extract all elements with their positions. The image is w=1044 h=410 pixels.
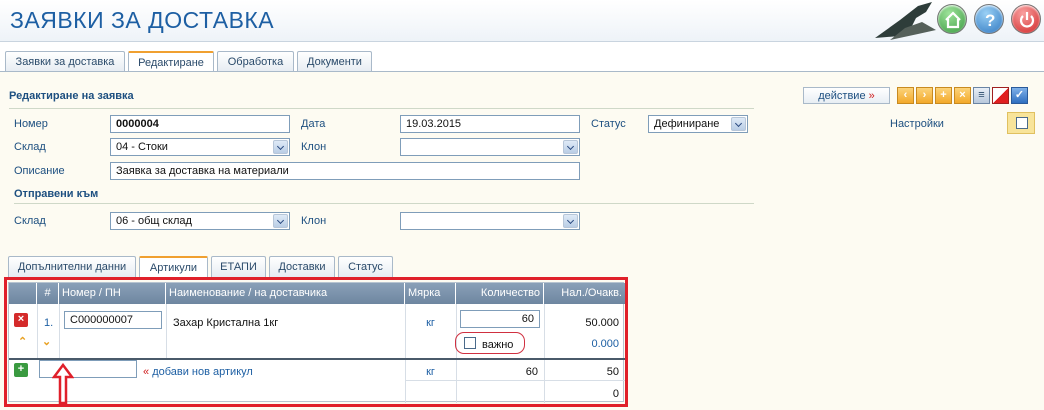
tab-edit[interactable]: Редактиране	[128, 51, 214, 73]
sent-branch-select[interactable]	[400, 212, 580, 230]
sent-branch-label: Клон	[301, 215, 327, 227]
next-icon[interactable]: ›	[916, 87, 933, 104]
status-label: Статус	[591, 118, 626, 130]
app-window: ЗАЯВКИ ЗА ДОСТАВКА ? Заявки за доставка …	[0, 0, 1044, 410]
date-field[interactable]: 19.03.2015	[400, 115, 580, 133]
description-label: Описание	[14, 165, 65, 177]
warehouse-label: Склад	[14, 141, 46, 153]
svg-text:?: ?	[985, 11, 995, 30]
description-field[interactable]: Заявка за доставка на материали	[110, 162, 580, 180]
chevron-down-icon	[273, 140, 288, 154]
chevron-down-icon	[731, 117, 746, 131]
sent-warehouse-label: Склад	[14, 215, 46, 227]
home-icon	[945, 11, 961, 29]
divider	[9, 108, 754, 109]
tab-additional-data[interactable]: Допълнителни данни	[8, 256, 136, 277]
delete-icon[interactable]: ×	[954, 87, 971, 104]
action-button[interactable]: действие »	[803, 87, 890, 104]
sent-to-title: Отправени към	[14, 188, 99, 200]
prev-icon[interactable]: ‹	[897, 87, 914, 104]
tab-status[interactable]: Статус	[338, 256, 393, 277]
tab-documents[interactable]: Документи	[297, 51, 372, 72]
status-select[interactable]: Дефиниране	[648, 115, 748, 133]
power-icon	[1019, 12, 1035, 28]
form-title: Редактиране на заявка	[9, 90, 134, 102]
confirm-icon[interactable]: ✓	[1011, 87, 1028, 104]
divider	[14, 203, 754, 204]
number-label: Номер	[14, 118, 48, 130]
chevron-down-icon	[563, 214, 578, 228]
bird-logo-icon	[875, 2, 936, 40]
tab-deliveries[interactable]: Доставки	[269, 256, 335, 277]
help-button[interactable]: ?	[974, 4, 1004, 34]
tab-delivery-requests[interactable]: Заявки за доставка	[5, 51, 125, 72]
tab-processing[interactable]: Обработка	[217, 51, 294, 72]
home-button[interactable]	[937, 4, 967, 34]
page-title: ЗАЯВКИ ЗА ДОСТАВКА	[10, 7, 275, 33]
arrow-up-icon	[52, 363, 74, 405]
settings-label: Настройки	[890, 118, 944, 130]
question-icon: ?	[985, 11, 995, 30]
tab-articles[interactable]: Артикули	[139, 256, 208, 278]
sent-warehouse-select[interactable]: 06 - общ склад	[110, 212, 290, 230]
tab-stages[interactable]: ЕТАПИ	[211, 256, 266, 277]
date-label: Дата	[301, 118, 326, 130]
app-header: ЗАЯВКИ ЗА ДОСТАВКА ?	[0, 0, 1044, 42]
settings-checkbox[interactable]	[1016, 117, 1028, 129]
settings-toggle[interactable]	[1007, 112, 1035, 134]
highlight-frame	[4, 277, 628, 407]
chevron-down-icon	[273, 214, 288, 228]
chevron-down-icon	[563, 140, 578, 154]
cancel-icon[interactable]	[992, 87, 1009, 104]
power-button[interactable]	[1011, 4, 1041, 34]
branch-label: Клон	[301, 141, 327, 153]
warehouse-select[interactable]: 04 - Стоки	[110, 138, 290, 156]
print-icon[interactable]: ≡	[973, 87, 990, 104]
add-icon[interactable]: +	[935, 87, 952, 104]
branch-select[interactable]	[400, 138, 580, 156]
number-field[interactable]: 0000004	[110, 115, 290, 133]
